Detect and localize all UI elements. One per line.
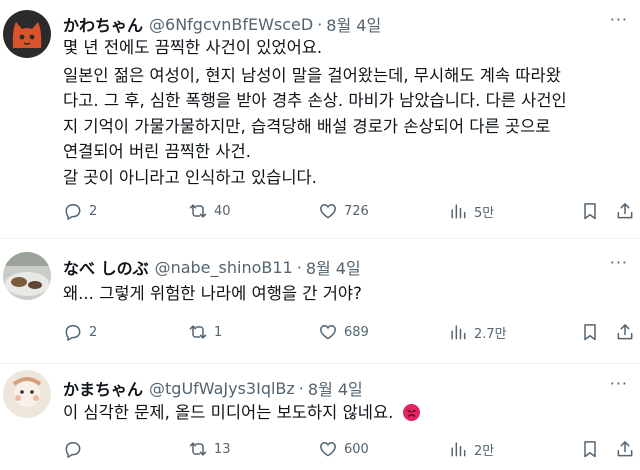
reply-icon bbox=[65, 325, 81, 341]
more-options-icon[interactable]: ··· bbox=[610, 253, 628, 272]
action-bar: 13 600 2만 bbox=[63, 439, 635, 463]
bookmark-icon bbox=[584, 203, 596, 220]
share-icon bbox=[617, 441, 633, 457]
separator-dot: · bbox=[296, 257, 302, 277]
share-button[interactable] bbox=[615, 322, 635, 342]
retweet-icon bbox=[189, 442, 207, 456]
tweet-text: 왜... 그렇게 위험한 나라에 여행을 간 거야? bbox=[63, 281, 626, 307]
retweet-count: 1 bbox=[214, 324, 223, 340]
retweet-icon bbox=[189, 204, 207, 218]
views-chart-icon bbox=[451, 325, 466, 340]
retweet-button[interactable]: 1 bbox=[188, 322, 222, 342]
tweet-header: かわちゃん @6NfgcvnBfEWsceD · 8월 4일 bbox=[63, 12, 630, 36]
retweet-count: 13 bbox=[214, 441, 231, 457]
display-name[interactable]: かまちゃん bbox=[63, 376, 143, 400]
retweet-button[interactable]: 40 bbox=[188, 201, 231, 221]
reply-button[interactable] bbox=[63, 439, 83, 459]
angry-face-emoji-icon bbox=[402, 404, 420, 421]
views-button[interactable]: 5만 bbox=[448, 201, 494, 221]
view-count: 2.7만 bbox=[474, 326, 507, 342]
tweet-header: かまちゃん @tgUfWaJys3IqlBz · 8월 4일 bbox=[63, 376, 630, 400]
bookmark-button[interactable] bbox=[580, 322, 600, 342]
food-photo-avatar-icon bbox=[3, 252, 51, 300]
more-options-icon[interactable]: ··· bbox=[610, 374, 628, 393]
like-count: 689 bbox=[344, 324, 369, 340]
tweet[interactable]: かわちゃん @6NfgcvnBfEWsceD · 8월 4일 ··· 몇 년 전… bbox=[0, 0, 640, 239]
like-count: 600 bbox=[344, 441, 369, 457]
like-count: 726 bbox=[344, 203, 369, 219]
views-button[interactable]: 2.7만 bbox=[448, 322, 507, 342]
tweet-text: 몇 년 전에도 끔찍한 사건이 있었어요. 일본인 젊은 여성이, 현지 남성이… bbox=[63, 35, 626, 190]
view-count: 2만 bbox=[474, 443, 495, 459]
reply-count: 2 bbox=[89, 324, 98, 340]
text-line: 갈 곳이 아니라고 인식하고 있습니다. bbox=[63, 167, 317, 187]
views-button[interactable]: 2만 bbox=[448, 439, 494, 459]
share-button[interactable] bbox=[615, 201, 635, 221]
tweet[interactable]: なべ しのぶ @nabe_shinoB11 · 8월 4일 ··· 왜... 그… bbox=[0, 239, 640, 364]
reply-icon bbox=[65, 204, 81, 220]
tweet-header: なべ しのぶ @nabe_shinoB11 · 8월 4일 bbox=[63, 255, 630, 279]
text-line: 지 기억이 가물가물하지만, 습격당해 배설 경로가 손상되어 다른 곳으로 bbox=[63, 116, 551, 136]
post-date[interactable]: 8월 4일 bbox=[306, 255, 361, 279]
heart-icon bbox=[320, 204, 336, 219]
avatar[interactable] bbox=[3, 370, 51, 418]
bookmark-button[interactable] bbox=[580, 201, 600, 221]
text-line: 이 심각한 문제, 올드 미디어는 보도하지 않네요. bbox=[63, 400, 626, 426]
text-line: 일본인 젊은 여성이, 현지 남성이 말을 걸어왔는데, 무시해도 계속 따라왔 bbox=[63, 65, 561, 85]
retweet-count: 40 bbox=[214, 203, 231, 219]
like-button[interactable]: 600 bbox=[318, 439, 369, 459]
action-bar: 2 40 726 5만 bbox=[63, 201, 635, 225]
post-date[interactable]: 8월 4일 bbox=[326, 12, 381, 36]
bookmark-icon bbox=[584, 324, 596, 341]
avatar[interactable] bbox=[3, 10, 51, 58]
reply-button[interactable]: 2 bbox=[63, 201, 97, 221]
doll-avatar-icon bbox=[3, 370, 51, 418]
separator-dot: · bbox=[298, 378, 304, 398]
cat-avatar-icon bbox=[3, 10, 51, 58]
reply-count: 2 bbox=[89, 203, 98, 219]
like-button[interactable]: 689 bbox=[318, 322, 369, 342]
user-handle[interactable]: @tgUfWaJys3IqlBz bbox=[149, 379, 295, 398]
retweet-icon bbox=[189, 325, 207, 339]
post-date[interactable]: 8월 4일 bbox=[308, 376, 363, 400]
display-name[interactable]: かわちゃん bbox=[63, 12, 143, 36]
share-button[interactable] bbox=[615, 439, 635, 459]
user-handle[interactable]: @6NfgcvnBfEWsceD bbox=[149, 15, 313, 34]
retweet-button[interactable]: 13 bbox=[188, 439, 231, 459]
tweet[interactable]: かまちゃん @tgUfWaJys3IqlBz · 8월 4일 ··· 이 심각한… bbox=[0, 364, 640, 470]
more-options-icon[interactable]: ··· bbox=[610, 10, 628, 29]
share-icon bbox=[617, 203, 633, 219]
tweet-text: 이 심각한 문제, 올드 미디어는 보도하지 않네요. bbox=[63, 400, 626, 426]
text-line: 연결되어 버린 끔찍한 사건. bbox=[63, 142, 251, 161]
reply-button[interactable]: 2 bbox=[63, 322, 97, 342]
text-line: 왜... 그렇게 위험한 나라에 여행을 간 거야? bbox=[63, 284, 362, 303]
reply-icon bbox=[65, 442, 81, 458]
view-count: 5만 bbox=[474, 205, 495, 221]
heart-icon bbox=[320, 325, 336, 340]
views-chart-icon bbox=[451, 442, 466, 457]
heart-icon bbox=[320, 442, 336, 457]
display-name[interactable]: なべ しのぶ bbox=[63, 255, 149, 279]
avatar[interactable] bbox=[3, 252, 51, 300]
text-line-content: 이 심각한 문제, 올드 미디어는 보도하지 않네요. bbox=[63, 403, 394, 422]
separator-dot: · bbox=[317, 14, 323, 34]
bookmark-icon bbox=[584, 441, 596, 458]
action-bar: 2 1 689 2.7만 bbox=[63, 322, 635, 346]
share-icon bbox=[617, 324, 633, 340]
bookmark-button[interactable] bbox=[580, 439, 600, 459]
like-button[interactable]: 726 bbox=[318, 201, 369, 221]
views-chart-icon bbox=[451, 204, 466, 219]
user-handle[interactable]: @nabe_shinoB11 bbox=[155, 258, 293, 277]
text-line: 다고. 그 후, 심한 폭행을 받아 경추 손상. 마비가 남았습니다. 다른 … bbox=[63, 91, 567, 110]
text-line: 몇 년 전에도 끔찍한 사건이 있었어요. bbox=[63, 38, 323, 57]
